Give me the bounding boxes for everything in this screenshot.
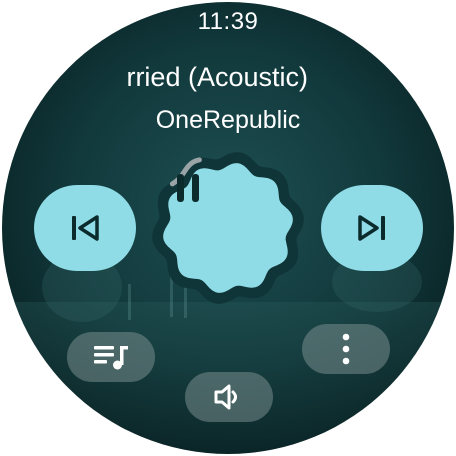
previous-button[interactable] <box>34 185 136 271</box>
play-pause-control <box>148 148 308 308</box>
album-art-pole <box>128 284 131 320</box>
queue-button[interactable] <box>67 332 155 382</box>
queue-music-icon <box>94 346 128 370</box>
skip-previous-icon <box>72 215 99 241</box>
next-button[interactable] <box>321 185 423 271</box>
more-vertical-icon <box>342 333 350 365</box>
clock-time: 11:39 <box>197 8 259 35</box>
track-title: rried (Acoustic) <box>126 62 308 92</box>
more-options-button[interactable] <box>302 324 390 374</box>
volume-icon <box>214 384 237 410</box>
pause-icon <box>177 174 199 202</box>
skip-next-icon <box>358 215 385 241</box>
volume-button[interactable] <box>185 372 273 422</box>
track-title-marquee: rried (Acoustic) <box>0 62 456 102</box>
pause-button[interactable] <box>168 168 288 288</box>
artist-name: OneRepublic <box>155 106 301 134</box>
